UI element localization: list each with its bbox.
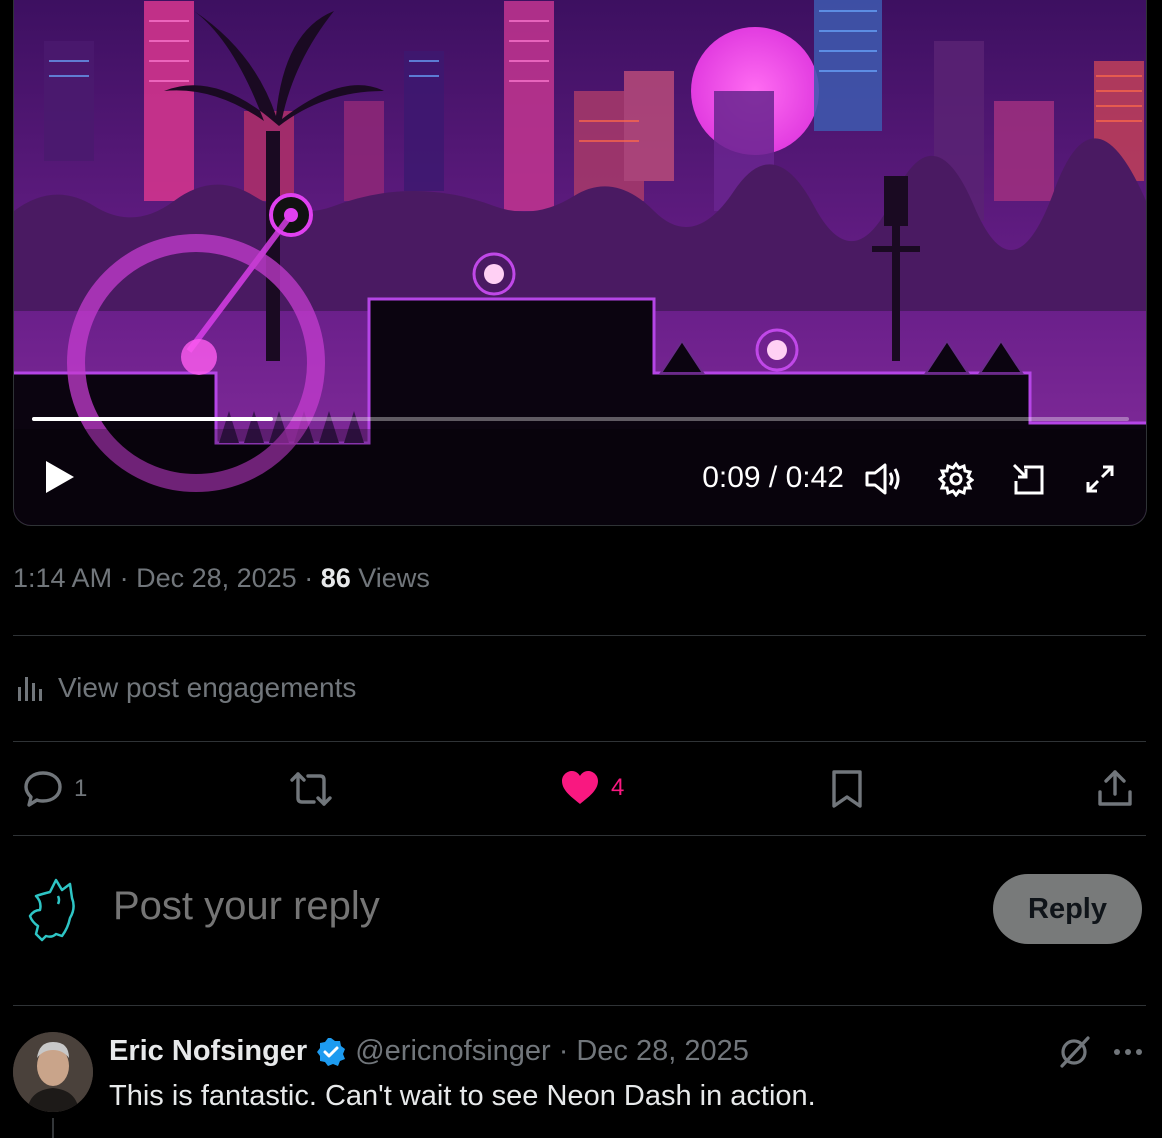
- separator-dot: ·: [558, 1035, 569, 1067]
- comment-header: Eric Nofsinger @ericnofsinger · Dec 28, …: [109, 1035, 749, 1068]
- gear-icon: [938, 461, 974, 497]
- cat-outline-avatar-icon: [28, 878, 75, 942]
- post-time[interactable]: 1:14 AM: [13, 563, 112, 593]
- repost-action-button[interactable]: [288, 768, 334, 810]
- commenter-avatar[interactable]: [13, 1032, 93, 1112]
- bookmark-icon: [832, 770, 862, 808]
- commenter-name[interactable]: Eric Nofsinger: [109, 1035, 307, 1068]
- divider: [13, 1005, 1146, 1006]
- views-label: Views: [358, 563, 430, 593]
- heart-filled-icon: [562, 771, 598, 804]
- repost-icon: [290, 772, 332, 806]
- thread-line: [52, 1118, 54, 1138]
- expand-icon: [1086, 465, 1114, 493]
- person-photo: [13, 1032, 93, 1112]
- reply-submit-button[interactable]: Reply: [993, 874, 1142, 944]
- more-options-button[interactable]: [1110, 1038, 1146, 1066]
- play-icon: [46, 461, 74, 493]
- like-action-button[interactable]: 4: [559, 768, 624, 808]
- user-avatar[interactable]: [22, 876, 84, 944]
- video-progress-bar[interactable]: [32, 417, 1129, 421]
- pip-button[interactable]: [1007, 459, 1049, 499]
- separator-dot: ·: [304, 563, 321, 593]
- bookmark-action-button[interactable]: [829, 768, 865, 810]
- reply-count: 1: [74, 775, 88, 802]
- speech-bubble-icon: [24, 771, 62, 807]
- grok-button[interactable]: [1054, 1032, 1094, 1072]
- analytics-icon: [18, 677, 42, 701]
- volume-icon: [865, 463, 900, 495]
- divider: [13, 741, 1146, 742]
- verified-badge-icon: [317, 1037, 346, 1066]
- commenter-handle[interactable]: @ericnofsinger: [355, 1035, 550, 1068]
- reply-action-button[interactable]: 1: [22, 768, 87, 810]
- comment-text: This is fantastic. Can't wait to see Neo…: [109, 1080, 816, 1112]
- post-meta: 1:14 AM · Dec 28, 2025 · 86 Views: [13, 563, 430, 594]
- video-player[interactable]: 0:09 / 0:42: [13, 0, 1147, 526]
- fullscreen-button[interactable]: [1079, 459, 1121, 499]
- view-engagements-link[interactable]: View post engagements: [16, 672, 356, 704]
- comment-date[interactable]: Dec 28, 2025: [576, 1035, 749, 1068]
- play-button[interactable]: [42, 459, 78, 495]
- post-date[interactable]: Dec 28, 2025: [136, 563, 297, 593]
- divider: [13, 835, 1146, 836]
- separator-dot: ·: [119, 563, 137, 593]
- views-count: 86: [320, 563, 351, 593]
- share-action-button[interactable]: [1096, 768, 1134, 808]
- video-frame-game-scene: [14, 0, 1146, 525]
- like-count: 4: [611, 774, 625, 801]
- reply-input[interactable]: [113, 884, 813, 929]
- divider: [13, 635, 1146, 636]
- picture-in-picture-icon: [1012, 463, 1044, 495]
- more-horizontal-icon: [1114, 1049, 1142, 1055]
- volume-button[interactable]: [862, 459, 904, 499]
- view-engagements-label: View post engagements: [58, 672, 357, 703]
- settings-button[interactable]: [935, 459, 977, 499]
- grok-icon: [1060, 1036, 1090, 1068]
- share-upload-icon: [1098, 770, 1132, 806]
- video-time: 0:09 / 0:42: [702, 461, 844, 494]
- video-progress-fill: [32, 417, 274, 421]
